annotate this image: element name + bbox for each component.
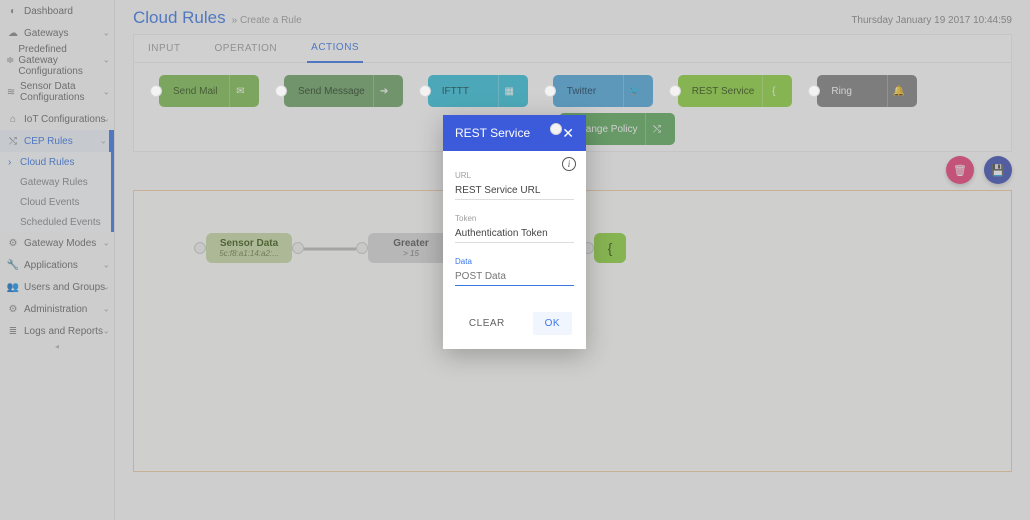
url-input[interactable] — [455, 182, 574, 200]
modal-header: REST Service ✕ — [443, 115, 586, 151]
port-icon — [150, 85, 162, 97]
modal-actions: CLEAR OK — [443, 304, 586, 349]
data-input[interactable] — [455, 268, 574, 286]
port-icon — [544, 85, 556, 97]
modal-title: REST Service — [455, 126, 530, 140]
field-label: URL — [455, 171, 574, 180]
field-url: URL — [455, 171, 574, 200]
close-icon: ✕ — [562, 125, 574, 141]
port-icon — [550, 123, 562, 135]
field-token: Token — [455, 214, 574, 243]
field-label: Token — [455, 214, 574, 223]
rest-service-modal: REST Service ✕ i URL Token Data CLEAR OK — [443, 115, 586, 349]
port-icon — [669, 85, 681, 97]
ok-button[interactable]: OK — [533, 312, 572, 335]
token-input[interactable] — [455, 225, 574, 243]
close-button[interactable]: ✕ — [562, 125, 574, 142]
port-icon — [275, 85, 287, 97]
info-icon[interactable]: i — [562, 157, 576, 171]
field-label: Data — [455, 257, 574, 266]
clear-button[interactable]: CLEAR — [457, 312, 517, 335]
modal-body: i URL Token Data — [443, 151, 586, 304]
field-data: Data — [455, 257, 574, 286]
port-icon — [419, 85, 431, 97]
